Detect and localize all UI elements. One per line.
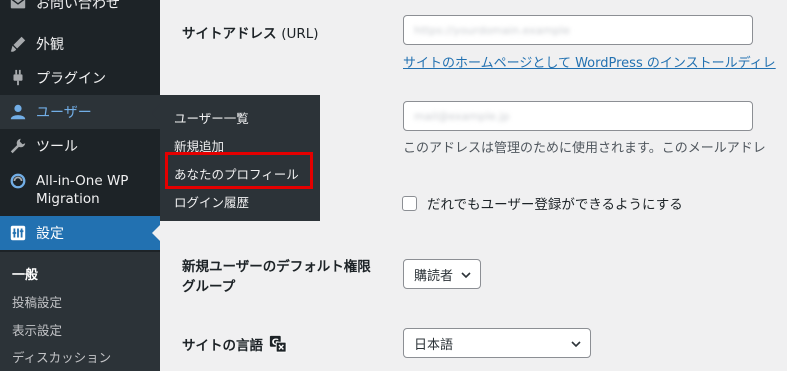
submenu-writing[interactable]: 投稿設定 [12,292,62,311]
submenu-reading[interactable]: 表示設定 [12,320,62,339]
admin-email-value: mail@example.jp [414,109,510,123]
site-language-label-text: サイトの言語 [182,338,263,354]
menu-item-plugins[interactable]: プラグイン [0,61,160,95]
site-url-label-text: サイトアドレス [182,26,277,42]
menu-item-appearance[interactable]: 外観 [0,27,160,61]
default-role-label-line1: 新規ユーザーのデフォルト権限 [182,259,371,275]
menu-label-appearance: 外観 [36,37,64,53]
menu-item-all-in-one-wp-migration[interactable]: All-in-One WP Migration [0,166,160,214]
site-url-input[interactable]: https://yourdomain.example [403,15,753,45]
brush-icon [0,35,36,53]
menu-label-migration-line1: All-in-One WP [36,173,129,189]
flyout-all-users[interactable]: ユーザー一覧 [174,108,249,127]
menu-label-contact: お問い合わせ [36,0,120,12]
user-icon [0,103,36,121]
membership-checkbox[interactable] [402,195,417,211]
wrench-icon [0,137,36,155]
default-role-select[interactable]: 購読者 [403,259,481,289]
admin-email-description: このアドレスは管理のために使用されます。このメールアドレ [403,141,766,156]
menu-item-contact[interactable]: お問い合わせ [0,0,160,20]
admin-sidebar: お問い合わせ 外観 プラグイン ユーザー ツール All-in-One WP M… [0,0,160,371]
plugin-icon [0,69,36,87]
chevron-down-icon [571,341,581,348]
site-language-label: サイトの言語 G [182,334,287,354]
site-url-label: サイトアドレス (URL) [182,22,319,42]
menu-label-tools: ツール [36,139,78,155]
menu-item-users[interactable]: ユーザー [0,95,160,129]
menu-item-tools[interactable]: ツール [0,129,160,163]
menu-label-users: ユーザー [36,105,92,121]
site-language-value: 日本語 [414,337,454,353]
menu-label-migration-line2: Migration [36,191,100,207]
default-role-label: 新規ユーザーのデフォルト権限 グループ [182,257,371,297]
admin-email-input[interactable]: mail@example.jp [403,101,753,131]
settings-submenu: 一般 投稿設定 表示設定 ディスカッション [0,252,160,371]
translation-icon: G [269,335,287,353]
users-flyout-menu: ユーザー一覧 新規追加 あなたのプロフィール ログイン履歴 [152,95,320,221]
chevron-down-icon [461,272,471,279]
settings-icon [0,224,36,242]
site-url-value: https://yourdomain.example [414,23,571,37]
site-language-select[interactable]: 日本語 [403,328,591,358]
site-url-label-suffix: (URL) [281,26,319,42]
site-url-description-link[interactable]: サイトのホームページとして WordPress のインストールディレ [403,52,776,71]
migration-icon [0,172,36,190]
highlight-box [165,152,313,189]
membership-label: だれでもユーザー登録ができるようにする [427,197,683,213]
menu-label-settings: 設定 [36,226,64,242]
membership-row: だれでもユーザー登録ができるようにする [402,193,683,213]
menu-label-migration: All-in-One WP Migration [36,172,128,208]
menu-item-settings[interactable]: 設定 [0,216,160,250]
submenu-general[interactable]: 一般 [12,264,38,283]
default-role-label-line2: グループ [182,279,236,295]
mail-icon [0,0,36,12]
submenu-discussion[interactable]: ディスカッション [12,347,111,366]
default-role-value: 購読者 [414,268,454,284]
flyout-login-history[interactable]: ログイン履歴 [174,192,249,211]
menu-label-plugins: プラグイン [36,71,106,87]
